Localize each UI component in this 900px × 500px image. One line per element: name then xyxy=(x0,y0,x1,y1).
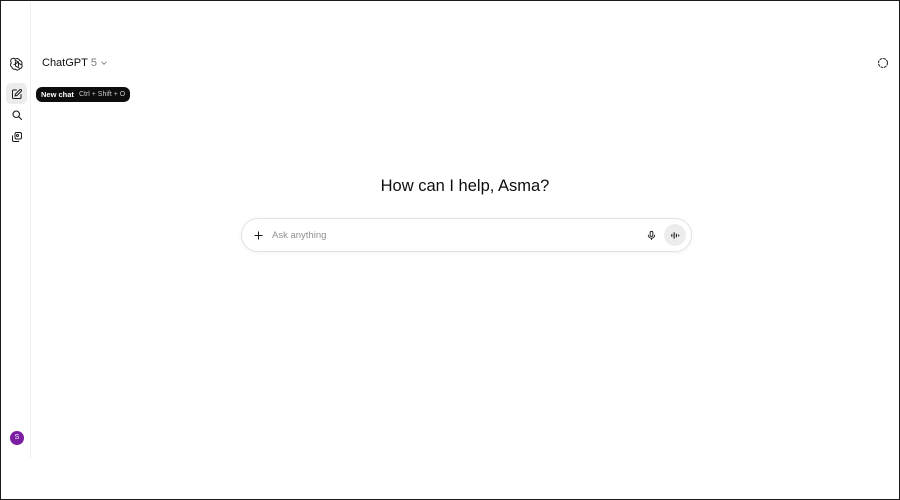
microphone-icon xyxy=(647,230,655,240)
new-chat-tooltip: New chat Ctrl + Shift + O xyxy=(36,87,131,102)
search-icon xyxy=(11,109,22,120)
chevron-down-icon xyxy=(101,61,107,65)
search-chats-button[interactable] xyxy=(6,104,27,125)
sidebar-rail: S xyxy=(2,2,31,458)
composer xyxy=(241,218,692,252)
dictate-button[interactable] xyxy=(643,227,659,243)
model-selector[interactable]: ChatGPT 5 xyxy=(37,54,113,72)
tooltip-title: New chat xyxy=(41,90,74,99)
temporary-chat-icon xyxy=(878,58,888,68)
voice-mode-button[interactable] xyxy=(664,224,686,246)
plus-icon xyxy=(253,230,263,240)
model-version: 5 xyxy=(90,57,97,69)
app-window: S New chat Ctrl + Shift + O ChatGPT 5 Ho… xyxy=(0,0,900,500)
temporary-chat-button[interactable] xyxy=(876,56,890,70)
prompt-input[interactable] xyxy=(272,227,632,244)
compose-icon xyxy=(11,88,22,99)
library-button[interactable] xyxy=(6,126,27,147)
tooltip-shortcut: Ctrl + Shift + O xyxy=(78,91,126,98)
greeting-heading: How can I help, Asma? xyxy=(380,177,550,195)
openai-logo-icon xyxy=(9,57,23,71)
add-attachment-button[interactable] xyxy=(250,227,266,243)
library-icon xyxy=(11,131,22,142)
user-avatar[interactable]: S xyxy=(10,431,24,445)
model-name: ChatGPT xyxy=(42,57,88,69)
voice-mode-icon xyxy=(670,231,679,239)
home-logo-button[interactable] xyxy=(6,53,27,74)
new-chat-button[interactable] xyxy=(6,83,27,104)
